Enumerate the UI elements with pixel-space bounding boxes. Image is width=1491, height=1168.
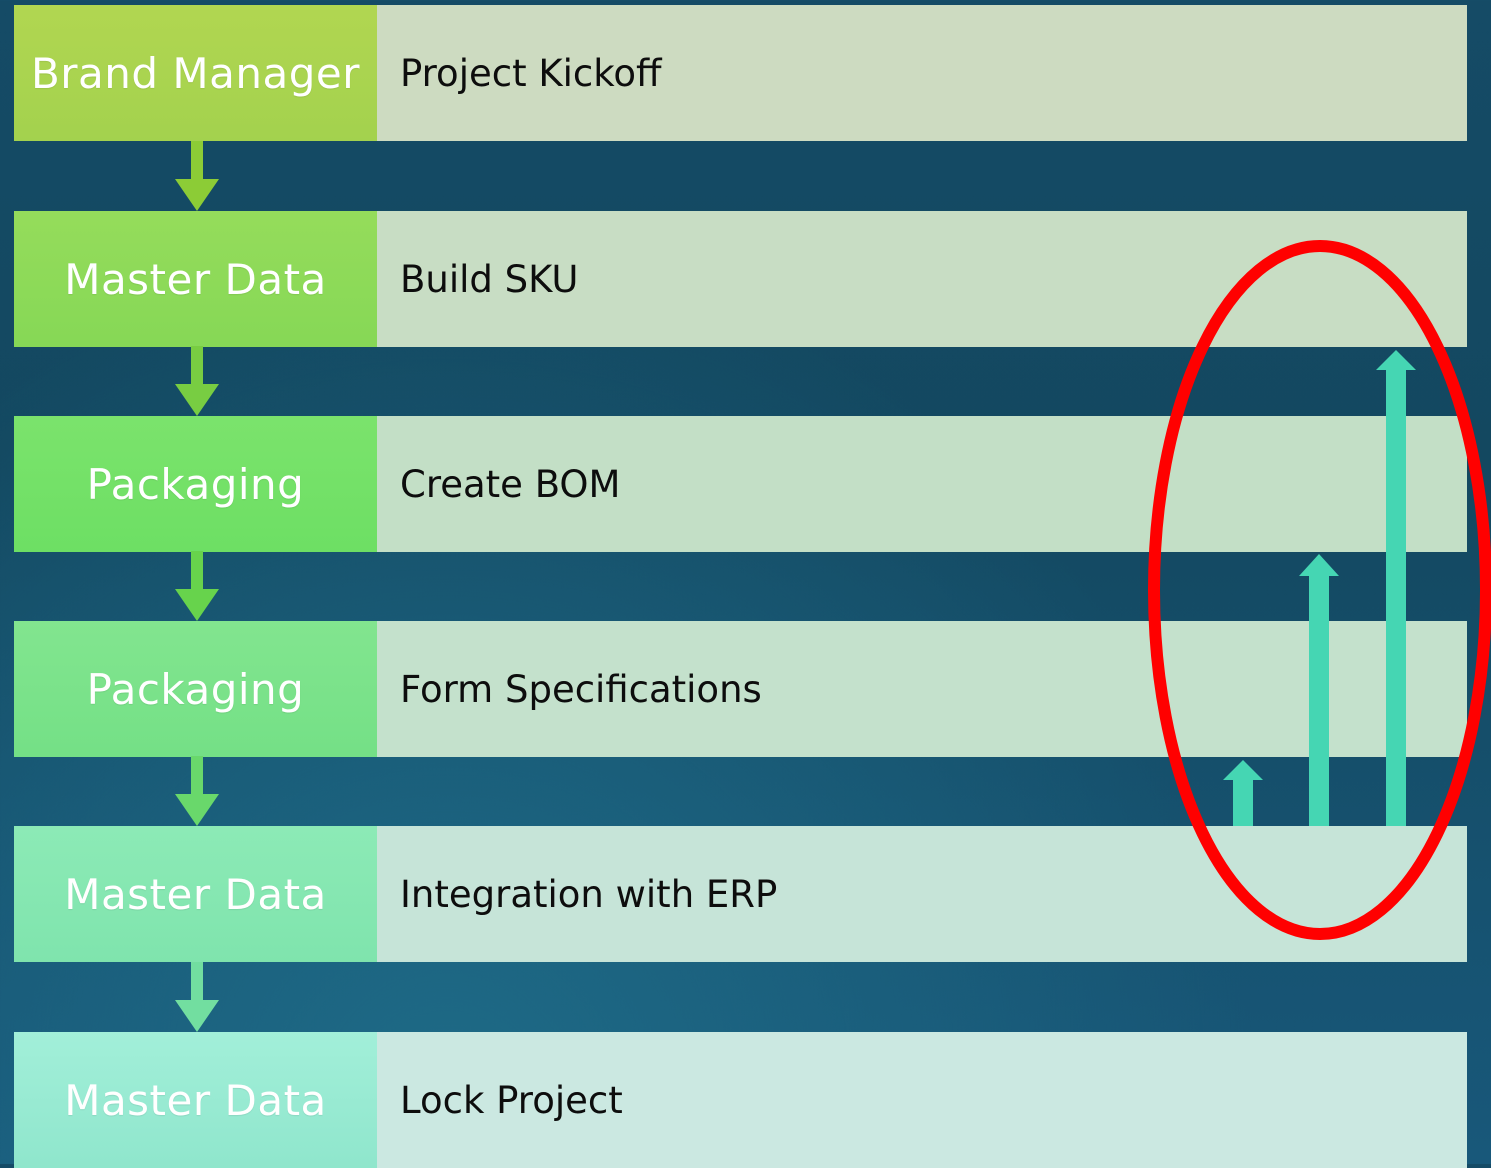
down-arrow-icon	[175, 551, 219, 621]
step-6-role: Master Data	[14, 1032, 377, 1168]
highlight-overlay	[1148, 240, 1491, 940]
down-arrow-icon	[175, 962, 219, 1032]
growth-arrow-small	[1223, 760, 1263, 826]
flow-step-5: Master Data Integration with ERP	[14, 826, 1467, 962]
step-4-role: Packaging	[14, 621, 377, 757]
down-arrow-icon	[175, 141, 219, 211]
step-3-task: Create BOM	[377, 416, 1467, 552]
step-4-task: Form Specifications	[377, 621, 1467, 757]
flow-step-4: Packaging Form Specifications	[14, 621, 1467, 757]
flow-step-1: Brand Manager Project Kickoff	[14, 5, 1467, 141]
step-1-role: Brand Manager	[14, 5, 377, 141]
flow-step-6: Master Data Lock Project	[14, 1032, 1467, 1168]
down-arrow-icon	[175, 756, 219, 826]
flow-step-2: Master Data Build SKU	[14, 211, 1467, 347]
step-5-task: Integration with ERP	[377, 826, 1467, 962]
flow-step-3: Packaging Create BOM	[14, 416, 1467, 552]
step-2-role: Master Data	[14, 211, 377, 347]
step-5-role: Master Data	[14, 826, 377, 962]
step-6-task: Lock Project	[377, 1032, 1467, 1168]
down-arrow-icon	[175, 346, 219, 416]
process-flow-diagram: Brand Manager Project Kickoff Master Dat…	[0, 0, 1491, 1168]
step-3-role: Packaging	[14, 416, 377, 552]
step-2-task: Build SKU	[377, 211, 1467, 347]
step-1-task: Project Kickoff	[377, 5, 1467, 141]
